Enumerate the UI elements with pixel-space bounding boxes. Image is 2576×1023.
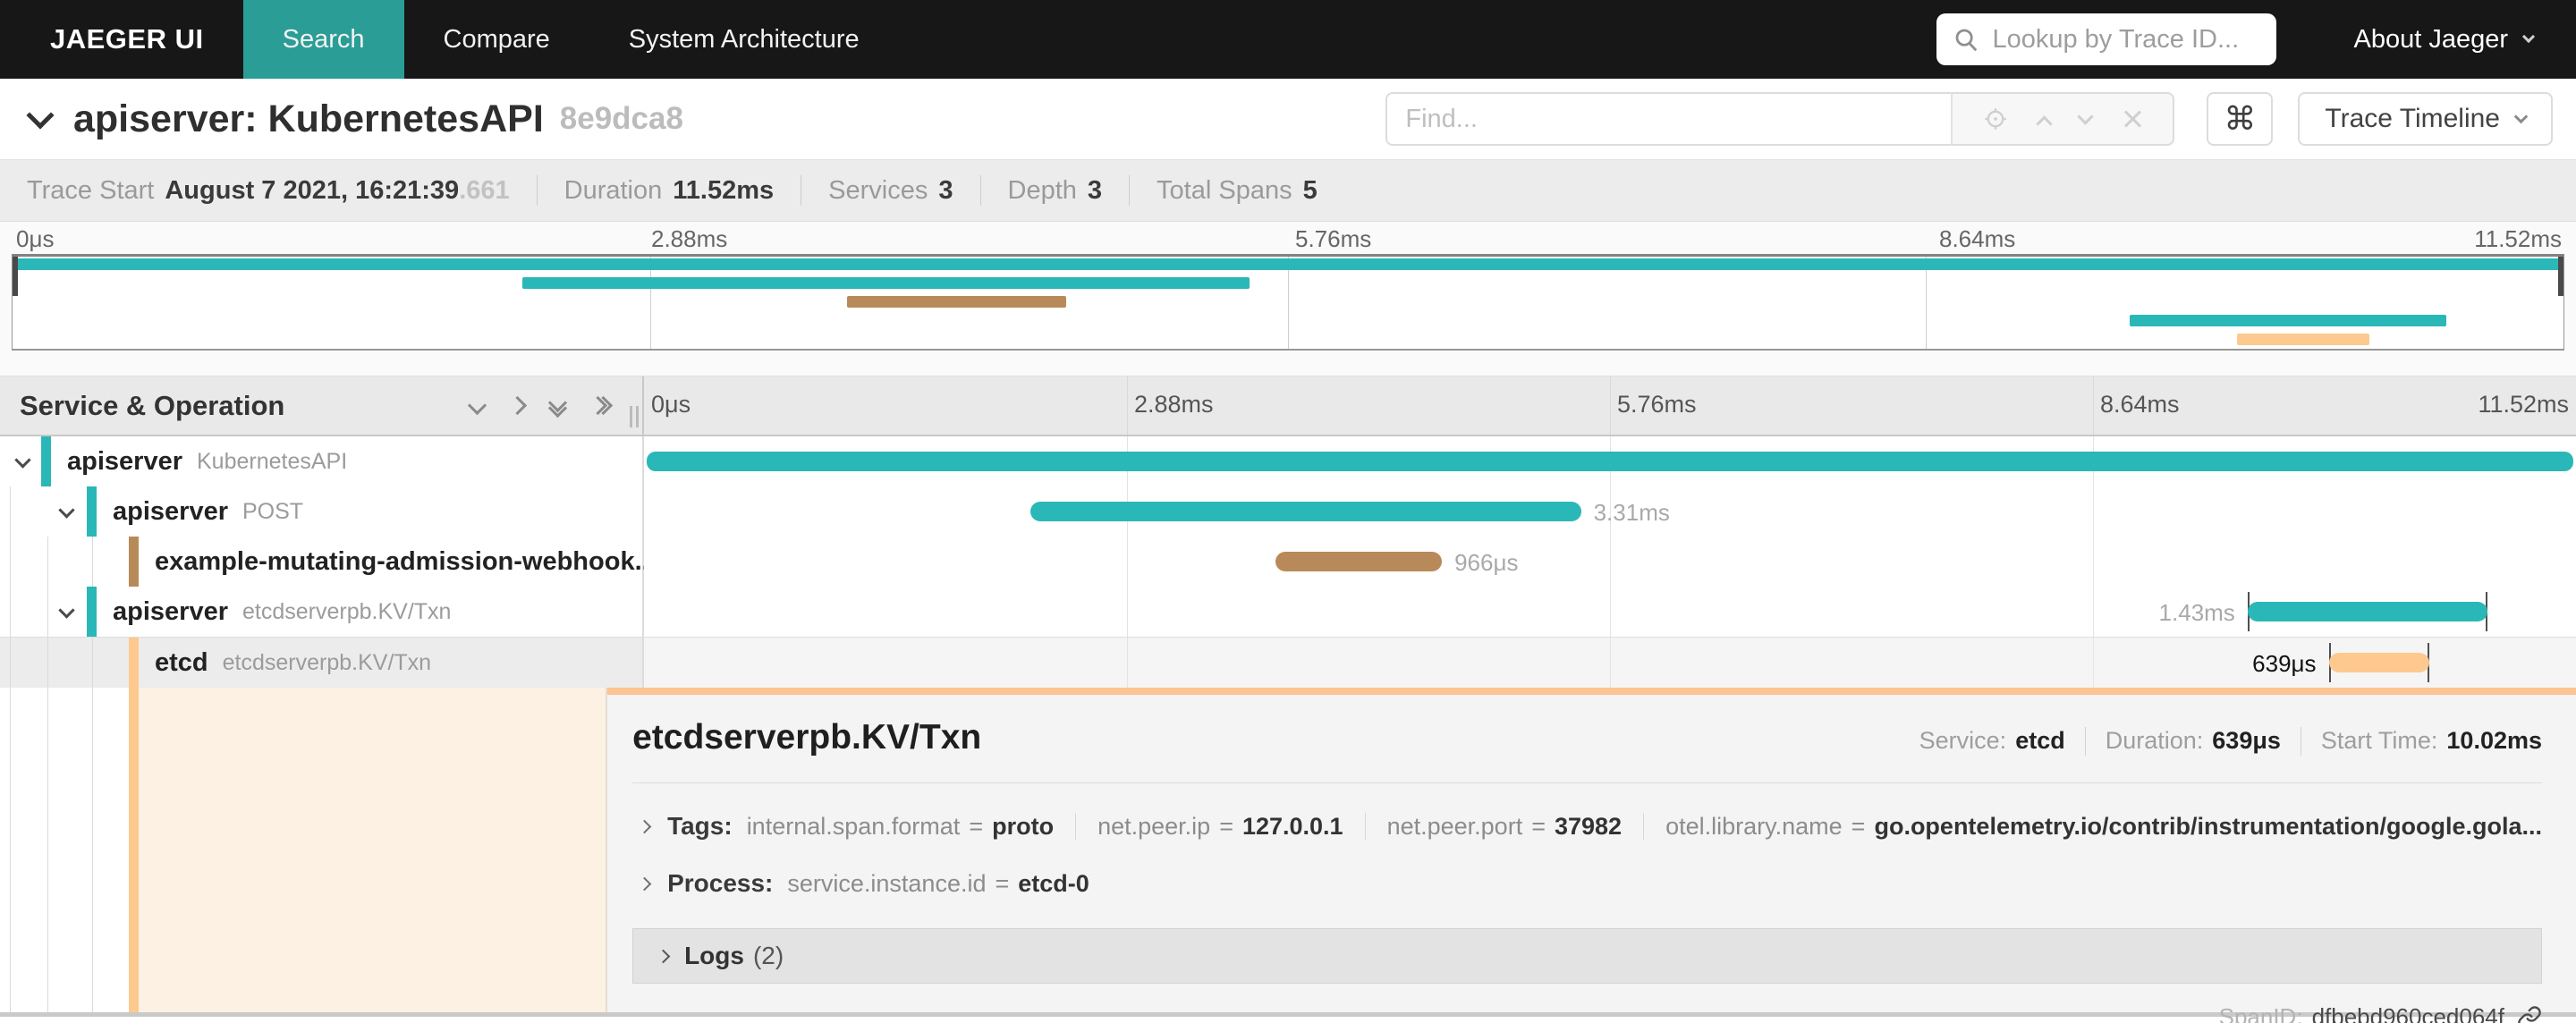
- summary-depth: Depth 3: [1007, 175, 1103, 205]
- find-toolbar: [1951, 92, 2175, 146]
- chevron-down-icon[interactable]: [58, 602, 75, 619]
- span-detail-panel: etcdserverpb.KV/Txn Service: etcd Duratio…: [607, 688, 2576, 1023]
- collapse-trace-chevron-icon[interactable]: [26, 101, 55, 130]
- about-jaeger-menu[interactable]: About Jaeger: [2353, 24, 2536, 55]
- timeline-minimap-section: 0μs 2.88ms 5.76ms 8.64ms 11.52ms: [0, 222, 2576, 376]
- expand-one-icon[interactable]: [507, 395, 528, 416]
- timeline-ruler: 0μs 2.88ms 5.76ms 8.64ms 11.52ms: [644, 376, 2576, 435]
- span-rows: apiserver KubernetesAPI apiserver POST 3.3…: [0, 436, 2576, 688]
- minimap-span-bar: [2130, 315, 2446, 326]
- timeline-column-headers: Service & Operation 0μs 2.88ms 5.76ms 8.…: [0, 376, 2576, 436]
- find-prev-icon[interactable]: [2035, 114, 2053, 132]
- minimap-span-bar: [16, 258, 2560, 270]
- span-detail-left-gutter: [0, 688, 608, 1012]
- span-detail-row: etcdserverpb.KV/Txn Service: etcd Duratio…: [0, 688, 2576, 1023]
- nav-tab-search[interactable]: Search: [242, 0, 404, 79]
- span-color-bar: [129, 537, 139, 587]
- summary-services: Services 3: [828, 175, 953, 205]
- minimap-right-scrubber[interactable]: [2558, 257, 2563, 296]
- keyboard-shortcuts-button[interactable]: ⌘: [2207, 92, 2274, 146]
- span-bar[interactable]: [2247, 602, 2487, 621]
- chevron-down-icon: [2521, 30, 2536, 44]
- span-color-bar: [87, 587, 97, 637]
- about-jaeger-label: About Jaeger: [2353, 24, 2508, 54]
- trace-summary-bar: Trace Start August 7 2021, 16:21:39 .661…: [0, 159, 2576, 222]
- span-bar[interactable]: [2328, 653, 2429, 672]
- collapse-all-icon[interactable]: [547, 393, 568, 418]
- span-detail-meta: Service: etcd Duration: 639μs Start Time: 1…: [1919, 726, 2542, 756]
- span-color-bar: [87, 486, 97, 537]
- collapse-one-icon[interactable]: [467, 395, 487, 416]
- span-bar[interactable]: [1030, 502, 1581, 521]
- timeline-minimap[interactable]: [12, 254, 2564, 351]
- minimap-span-bar: [2236, 334, 2370, 345]
- search-icon: [1953, 26, 1979, 53]
- deep-link-icon[interactable]: [2517, 1005, 2542, 1023]
- span-duration-label: 639μs: [2252, 650, 2317, 677]
- service-operation-title: Service & Operation: [20, 389, 285, 421]
- minimap-span-bar: [522, 277, 1250, 289]
- span-detail-footer: SpanID: dfbebd960ced064f: [632, 1003, 2542, 1023]
- chevron-right-icon: [637, 876, 652, 891]
- chevron-down-icon: [2513, 109, 2529, 123]
- span-row-apiserver-post[interactable]: apiserver POST 3.31ms: [0, 486, 2576, 537]
- jaeger-trace-page: JAEGER UI Search Compare System Architec…: [0, 0, 2576, 1023]
- span-row-webhook[interactable]: example-mutating-admission-webhook... 96…: [0, 537, 2576, 587]
- trace-view-selector[interactable]: Trace Timeline: [2298, 92, 2553, 146]
- span-row-apiserver-kubernetesapi[interactable]: apiserver KubernetesAPI: [0, 436, 2576, 486]
- minimap-span-bar: [846, 296, 1066, 308]
- trace-header: apiserver: KubernetesAPI 8e9dca8 ⌘ Trace…: [0, 79, 2576, 159]
- tags-accordion[interactable]: Tags: internal.span.format = proto net.pee…: [632, 812, 2542, 841]
- expand-all-icon[interactable]: [588, 395, 614, 416]
- service-operation-header: Service & Operation: [0, 376, 644, 435]
- app-brand[interactable]: JAEGER UI: [0, 0, 243, 79]
- selected-span-color-bar: [129, 688, 139, 1012]
- minimap-left-scrubber[interactable]: [13, 257, 18, 296]
- span-duration-label: 3.31ms: [1593, 499, 1670, 526]
- trace-id-badge: 8e9dca8: [559, 101, 683, 136]
- span-bar[interactable]: [1275, 552, 1443, 571]
- span-bar[interactable]: [647, 452, 2573, 471]
- trace-id-lookup-placeholder: Lookup by Trace ID...: [1992, 24, 2240, 54]
- nav-tab-compare[interactable]: Compare: [404, 0, 589, 79]
- find-input[interactable]: [1385, 92, 1952, 146]
- trace-view-selector-label: Trace Timeline: [2325, 104, 2500, 133]
- span-duration-label: 1.43ms: [2158, 599, 2235, 626]
- chevron-down-icon[interactable]: [58, 502, 75, 519]
- top-navbar: JAEGER UI Search Compare System Architec…: [0, 0, 2576, 79]
- span-row-etcd-txn-selected[interactable]: etcd etcdserverpb.KV/Txn 639μs: [0, 637, 2576, 688]
- find-clear-icon[interactable]: [2122, 108, 2143, 130]
- column-resize-handle[interactable]: [630, 406, 639, 427]
- selected-span-highlight: [139, 688, 606, 1012]
- trace-id-lookup[interactable]: Lookup by Trace ID...: [1936, 13, 2277, 65]
- span-detail-title: etcdserverpb.KV/Txn: [632, 718, 982, 757]
- chevron-right-icon: [637, 819, 652, 833]
- nav-tab-system-architecture[interactable]: System Architecture: [589, 0, 899, 79]
- logs-accordion[interactable]: Logs (2): [632, 928, 2542, 984]
- summary-duration: Duration 11.52ms: [564, 175, 775, 205]
- trace-title: apiserver: KubernetesAPI: [73, 97, 544, 140]
- summary-total-spans: Total Spans 5: [1157, 175, 1318, 205]
- span-row-apiserver-etcd-txn[interactable]: apiserver etcdserverpb.KV/Txn 1.43ms: [0, 587, 2576, 637]
- chevron-right-icon: [656, 949, 671, 963]
- span-color-bar: [129, 638, 139, 688]
- find-next-icon[interactable]: [2077, 107, 2094, 125]
- span-color-bar: [41, 436, 51, 486]
- span-duration-label: 966μs: [1454, 549, 1519, 576]
- chevron-down-icon[interactable]: [14, 452, 31, 469]
- focus-target-icon[interactable]: [1983, 106, 2008, 131]
- minimap-tick-labels: 0μs 2.88ms 5.76ms 8.64ms 11.52ms: [16, 225, 2562, 252]
- summary-trace-start: Trace Start August 7 2021, 16:21:39 .661: [27, 175, 510, 205]
- process-accordion[interactable]: Process: service.instance.id = etcd-0: [632, 869, 2542, 898]
